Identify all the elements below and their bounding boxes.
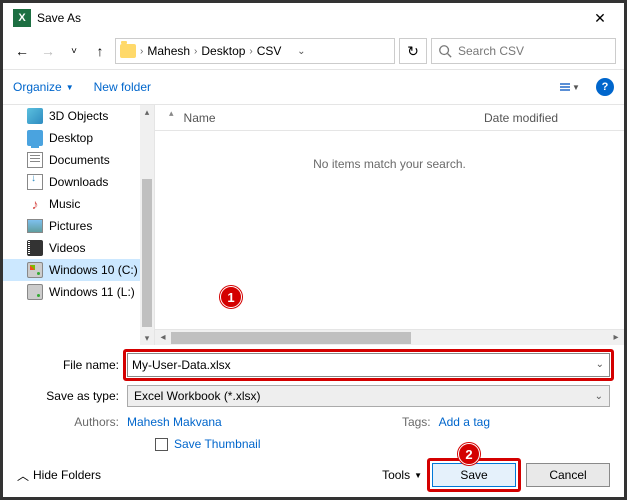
filename-label: File name: <box>17 358 127 372</box>
nav-up-button[interactable]: ↑ <box>89 40 111 62</box>
tree-item-label: 3D Objects <box>49 109 108 123</box>
title-bar: Save As ✕ <box>3 3 624 33</box>
nav-back-button[interactable]: ← <box>11 40 33 62</box>
address-dropdown-icon[interactable]: ⌄ <box>297 46 305 57</box>
file-list-pane: ▴ Name Date modified No items match your… <box>155 105 624 345</box>
pictures-icon <box>27 218 43 234</box>
new-folder-button[interactable]: New folder <box>94 80 151 94</box>
annotation-badge-1: 1 <box>220 286 242 308</box>
tools-label: Tools <box>382 468 410 482</box>
desktop-icon <box>27 130 43 146</box>
close-button[interactable]: ✕ <box>580 3 620 33</box>
help-icon[interactable]: ? <box>596 78 614 96</box>
tree-item-3d-objects[interactable]: 3D Objects <box>3 105 154 127</box>
sidebar-scrollbar[interactable]: ▴ ▾ <box>140 105 154 345</box>
3d-objects-icon <box>27 108 43 124</box>
tools-menu[interactable]: Tools ▼ <box>382 468 422 482</box>
tree-item-documents[interactable]: Documents <box>3 149 154 171</box>
cancel-button[interactable]: Cancel <box>526 463 610 487</box>
folder-tree: 3D Objects Desktop Documents Downloads ♪… <box>3 105 155 345</box>
address-bar[interactable]: › Mahesh › Desktop › CSV ⌄ <box>115 38 395 64</box>
tree-item-label: Documents <box>49 153 110 167</box>
tree-item-label: Pictures <box>49 219 92 233</box>
tree-item-label: Downloads <box>49 175 108 189</box>
tree-item-label: Windows 11 (L:) <box>49 285 135 299</box>
organize-label: Organize <box>13 80 62 94</box>
scroll-thumb[interactable] <box>171 332 411 344</box>
refresh-button[interactable]: ↻ <box>399 38 427 64</box>
save-as-dialog: Save As ✕ ← → ˅ ↑ › Mahesh › Desktop › C… <box>3 3 624 497</box>
tree-item-label: Videos <box>49 241 85 255</box>
scroll-left-icon[interactable]: ◂ <box>155 330 171 346</box>
annotation-badge-2: 2 <box>458 443 480 465</box>
breadcrumb-segment[interactable]: Desktop <box>201 44 245 58</box>
filetype-value: Excel Workbook (*.xlsx) <box>134 389 260 403</box>
tree-item-label: Windows 10 (C:) <box>49 263 138 277</box>
save-button[interactable]: Save <box>432 463 516 487</box>
authors-label: Authors: <box>17 415 127 429</box>
chevron-right-icon: › <box>249 46 252 57</box>
filetype-label: Save as type: <box>17 389 127 403</box>
empty-state-text: No items match your search. <box>155 157 624 171</box>
downloads-icon <box>27 174 43 190</box>
drive-icon <box>27 284 43 300</box>
nav-recent-dropdown[interactable]: ˅ <box>63 40 85 62</box>
toolbar: Organize ▼ New folder ▼ ? <box>3 69 624 105</box>
dropdown-icon: ▼ <box>66 83 74 92</box>
tree-item-music[interactable]: ♪ Music <box>3 193 154 215</box>
authors-value[interactable]: Mahesh Makvana <box>127 415 222 429</box>
music-icon: ♪ <box>27 196 43 212</box>
filetype-combo[interactable]: Excel Workbook (*.xlsx) ⌄ <box>127 385 610 407</box>
documents-icon <box>27 152 43 168</box>
hide-folders-label: Hide Folders <box>33 468 101 482</box>
breadcrumb-segment[interactable]: CSV <box>257 44 282 58</box>
dropdown-icon: ⌄ <box>595 391 603 402</box>
folder-icon <box>120 44 136 58</box>
tree-item-drive-l[interactable]: Windows 11 (L:) <box>3 281 154 303</box>
column-name-header[interactable]: Name <box>184 111 484 125</box>
scroll-right-icon[interactable]: ▸ <box>608 330 624 346</box>
nav-bar: ← → ˅ ↑ › Mahesh › Desktop › CSV ⌄ ↻ Sea… <box>3 33 624 69</box>
chevron-right-icon: › <box>194 46 197 57</box>
sort-indicator-icon: ▴ <box>169 108 174 119</box>
save-thumbnail-checkbox[interactable] <box>155 438 168 451</box>
tree-item-label: Music <box>49 197 80 211</box>
scroll-thumb[interactable] <box>142 179 152 327</box>
search-placeholder: Search CSV <box>458 44 524 58</box>
organize-menu[interactable]: Organize ▼ <box>13 80 74 94</box>
drive-icon <box>27 262 43 278</box>
filename-input[interactable] <box>127 353 610 377</box>
horizontal-scrollbar[interactable]: ◂ ▸ <box>155 329 624 345</box>
view-options-button[interactable]: ▼ <box>554 77 586 97</box>
excel-icon <box>13 9 31 27</box>
tags-value[interactable]: Add a tag <box>439 415 490 429</box>
tags-label: Tags: <box>402 415 431 429</box>
nav-forward-button[interactable]: → <box>37 40 59 62</box>
tree-item-videos[interactable]: Videos <box>3 237 154 259</box>
column-date-header[interactable]: Date modified <box>484 111 604 125</box>
column-headers: ▴ Name Date modified <box>155 105 624 131</box>
tree-item-drive-c[interactable]: Windows 10 (C:) <box>3 259 154 281</box>
videos-icon <box>27 240 43 256</box>
search-input[interactable]: Search CSV <box>431 38 616 64</box>
breadcrumb-segment[interactable]: Mahesh <box>147 44 190 58</box>
bottom-panel: File name: ⌄ Save as type: Excel Workboo… <box>3 345 624 497</box>
scroll-down-icon[interactable]: ▾ <box>140 331 154 345</box>
search-icon <box>438 44 452 58</box>
filename-dropdown-icon[interactable]: ⌄ <box>596 359 604 370</box>
scroll-up-icon[interactable]: ▴ <box>140 105 154 119</box>
dialog-title: Save As <box>37 11 580 25</box>
tree-item-pictures[interactable]: Pictures <box>3 215 154 237</box>
tree-item-desktop[interactable]: Desktop <box>3 127 154 149</box>
chevron-right-icon: › <box>140 46 143 57</box>
tree-item-downloads[interactable]: Downloads <box>3 171 154 193</box>
main-area: 3D Objects Desktop Documents Downloads ♪… <box>3 105 624 345</box>
save-thumbnail-label[interactable]: Save Thumbnail <box>174 437 261 451</box>
tree-item-label: Desktop <box>49 131 93 145</box>
chevron-up-icon: ︿ <box>17 467 29 484</box>
new-folder-label: New folder <box>94 80 151 94</box>
dropdown-icon: ▼ <box>414 471 422 480</box>
hide-folders-toggle[interactable]: ︿ Hide Folders <box>17 467 101 484</box>
